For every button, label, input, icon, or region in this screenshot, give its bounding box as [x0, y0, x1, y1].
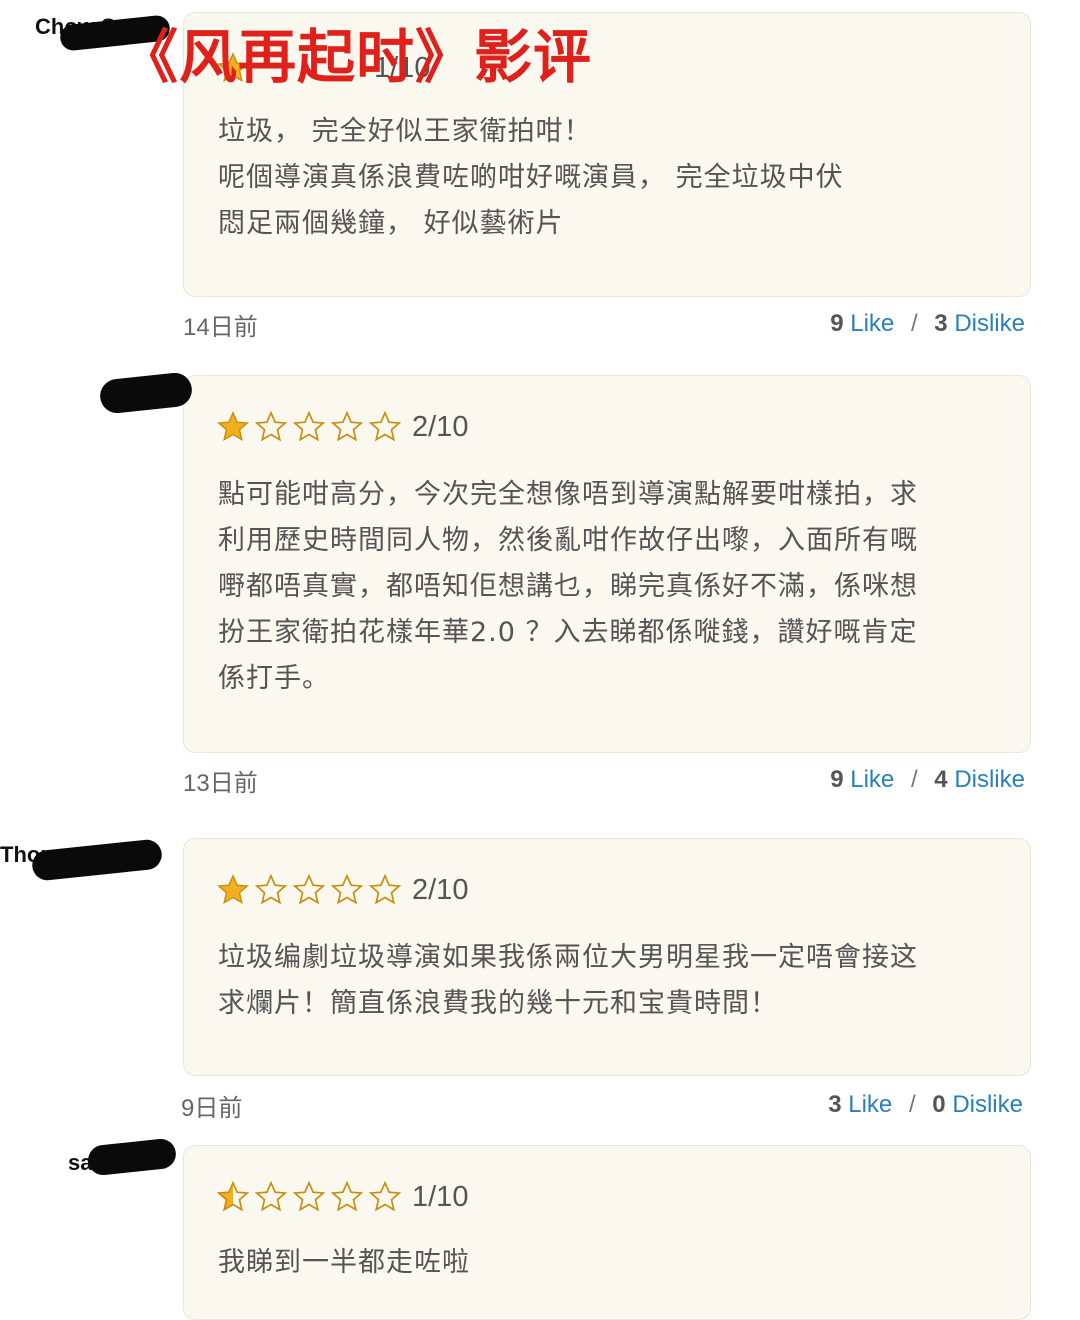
- review-text: 垃圾， 完全好似王家衛拍咁！ 呢個導演真係浪費咗啲咁好嘅演員， 完全垃圾中伏 悶…: [218, 109, 990, 247]
- rating-row: 2/10: [216, 410, 468, 444]
- rating-score: 2/10: [412, 873, 469, 906]
- review-line: 悶足兩個幾鐘， 好似藝術片: [218, 208, 564, 239]
- rating-row: 2/10: [216, 873, 468, 907]
- review-date: 13日前: [183, 769, 258, 797]
- review-card: 2/10 垃圾编劇垃圾導演如果我係兩位大男明星我一定唔會接这 求爛片！簡直係浪費…: [183, 838, 1031, 1076]
- review-line: 嘢都唔真實，都唔知佢想講乜，睇完真係好不滿，係咪想: [218, 571, 918, 602]
- rating-score: 1/10: [412, 1180, 469, 1213]
- review-line: 垃圾编劇垃圾導演如果我係兩位大男明星我一定唔會接这: [218, 942, 918, 973]
- vote-summary: 9 Like / 4 Dislike: [830, 766, 1025, 794]
- dislike-count: 0: [932, 1091, 946, 1118]
- star-empty-icon: [330, 1180, 364, 1212]
- like-button[interactable]: Like: [850, 766, 894, 793]
- like-button[interactable]: Like: [850, 310, 894, 337]
- review-text: 垃圾编劇垃圾導演如果我係兩位大男明星我一定唔會接这 求爛片！簡直係浪費我的幾十元…: [218, 935, 990, 1027]
- review-text: 我睇到一半都走咗啦: [218, 1240, 990, 1286]
- star-empty-icon: [330, 410, 364, 442]
- review-card: 2/10 點可能咁高分，今次完全想像唔到導演點解要咁樣拍，求 利用歷史時間同人物…: [183, 375, 1031, 753]
- star-empty-icon: [254, 410, 288, 442]
- review-date: 14日前: [183, 313, 258, 341]
- star-empty-icon: [368, 873, 402, 905]
- review-line: 利用歷史時間同人物，然後亂咁作故仔出嚟，入面所有嘅: [218, 525, 918, 556]
- like-count: 9: [830, 310, 844, 337]
- review-card: 1/10 我睇到一半都走咗啦: [183, 1145, 1031, 1320]
- star-empty-icon: [292, 410, 326, 442]
- rating-score: 2/10: [412, 410, 469, 443]
- star-empty-icon: [292, 873, 326, 905]
- star-empty-icon: [368, 410, 402, 442]
- dislike-button[interactable]: Dislike: [952, 1091, 1023, 1118]
- star-empty-icon: [330, 873, 364, 905]
- dislike-button[interactable]: Dislike: [954, 766, 1025, 793]
- rating-row: 1/10: [216, 1180, 468, 1214]
- star-half-icon: [216, 1180, 250, 1212]
- star-empty-icon: [292, 1180, 326, 1212]
- review-line: 係打手。: [218, 663, 330, 694]
- star-empty-icon: [254, 1180, 288, 1212]
- review-meta: 13日前 9 Like / 4 Dislike: [183, 760, 1025, 800]
- redaction-mark: [98, 371, 194, 415]
- like-button[interactable]: Like: [848, 1091, 892, 1118]
- vote-separator: /: [910, 766, 918, 793]
- redaction-mark: [86, 1137, 178, 1177]
- review-line: 呢個導演真係浪費咗啲咁好嘅演員， 完全垃圾中伏: [218, 162, 844, 193]
- review-meta: 14日前 9 Like / 3 Dislike: [183, 304, 1025, 344]
- star-empty-icon: [254, 873, 288, 905]
- overlay-title: 《风再起时》影评: [120, 23, 593, 91]
- review-line: 點可能咁高分，今次完全想像唔到導演點解要咁樣拍，求: [218, 479, 918, 510]
- like-count: 3: [828, 1091, 842, 1118]
- dislike-button[interactable]: Dislike: [954, 310, 1025, 337]
- dislike-count: 3: [934, 310, 948, 337]
- review-line: 求爛片！簡直係浪費我的幾十元和宝貴時間！: [218, 988, 778, 1019]
- star-filled-icon: [217, 411, 249, 442]
- vote-summary: 9 Like / 3 Dislike: [830, 310, 1025, 338]
- review-meta: 9日前 3 Like / 0 Dislike: [181, 1085, 1023, 1125]
- star-empty-icon: [368, 1180, 402, 1212]
- review-line: 扮王家衛拍花樣年華2.0 ？入去睇都係嘥錢，讚好嘅肯定: [218, 617, 918, 648]
- vote-summary: 3 Like / 0 Dislike: [828, 1091, 1023, 1119]
- dislike-count: 4: [934, 766, 948, 793]
- review-line: 垃圾， 完全好似王家衛拍咁！: [218, 116, 592, 147]
- like-count: 9: [830, 766, 844, 793]
- review-line: 我睇到一半都走咗啦: [218, 1247, 470, 1278]
- review-text: 點可能咁高分，今次完全想像唔到導演點解要咁樣拍，求 利用歷史時間同人物，然後亂咁…: [218, 472, 990, 702]
- vote-separator: /: [908, 1091, 916, 1118]
- star-filled-icon: [217, 874, 249, 905]
- review-date: 9日前: [181, 1094, 243, 1122]
- vote-separator: /: [910, 310, 918, 337]
